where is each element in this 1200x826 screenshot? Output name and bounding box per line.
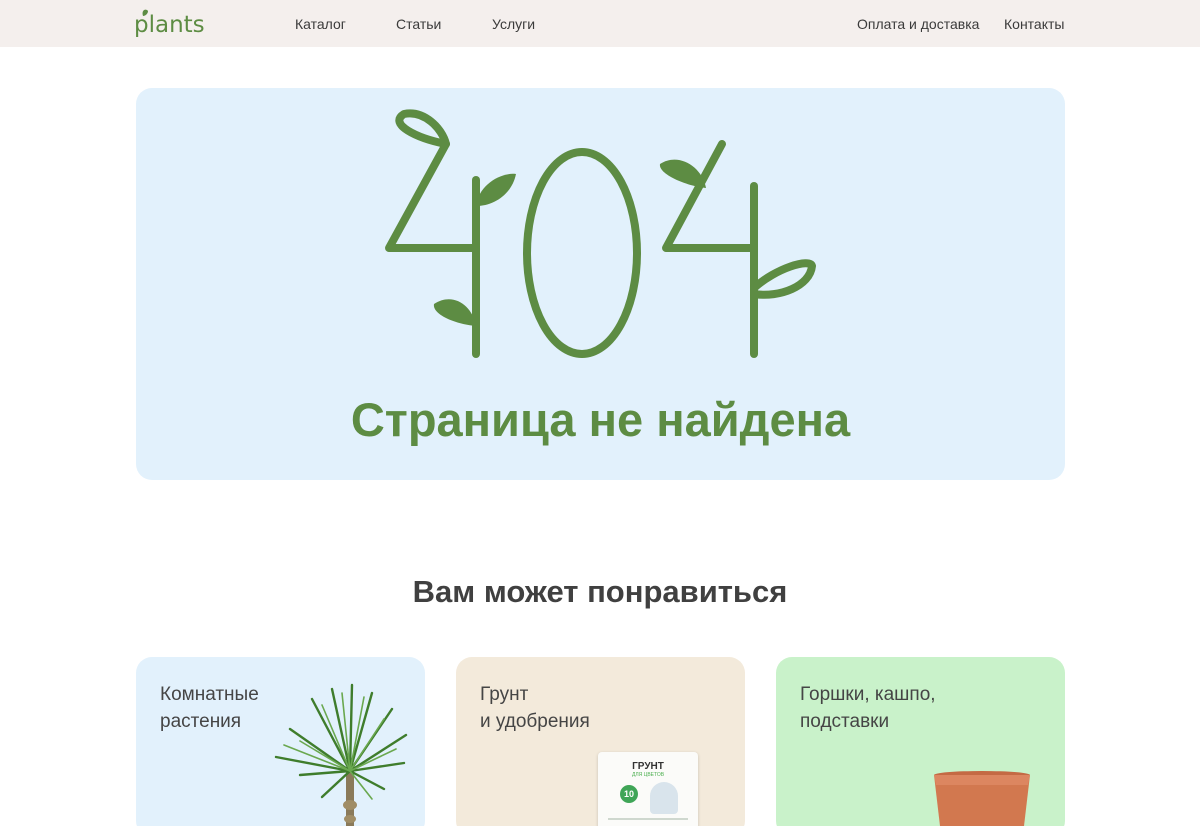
soil-package-image: ГРУНТ ДЛЯ ЦВЕТОВ 10: [598, 752, 698, 826]
error-code: 404: [376, 108, 378, 109]
card-title: Горшки, кашпо, подставки: [800, 684, 936, 732]
package-portrait-icon: [650, 782, 678, 814]
site-header: plants Каталог Статьи Услуги Оплата и до…: [0, 0, 1200, 47]
card-title: Грунт и удобрения: [480, 684, 590, 732]
terracotta-pot-image: [934, 771, 1030, 826]
plant-404-illustration: 404: [376, 108, 816, 358]
category-card-houseplants[interactable]: Комнатные растения: [136, 657, 425, 826]
category-card-soil-fertilizers[interactable]: Грунт и удобрения ГРУНТ ДЛЯ ЦВЕТОВ 10: [456, 657, 745, 826]
package-name: ГРУНТ: [632, 761, 664, 772]
package-volume-badge: 10: [620, 785, 638, 803]
nav-catalog[interactable]: Каталог: [295, 16, 346, 32]
logo-text: plants: [134, 12, 204, 38]
nav-services[interactable]: Услуги: [492, 16, 535, 32]
dracaena-plant-image: [274, 683, 408, 826]
page-title: Страница не найдена: [350, 393, 851, 446]
nav-articles[interactable]: Статьи: [396, 16, 441, 32]
category-card-pots[interactable]: Горшки, кашпо, подставки: [776, 657, 1065, 826]
nav-payment-delivery[interactable]: Оплата и доставка: [857, 16, 979, 32]
not-found-hero: 404 Страница не найдена: [136, 88, 1065, 480]
package-divider: [608, 818, 688, 820]
package-subtitle: ДЛЯ ЦВЕТОВ: [631, 772, 665, 778]
nav-contacts[interactable]: Контакты: [1004, 16, 1064, 32]
recommendations-title: Вам может понравиться: [412, 574, 788, 609]
plants-logo[interactable]: plants: [134, 7, 204, 39]
